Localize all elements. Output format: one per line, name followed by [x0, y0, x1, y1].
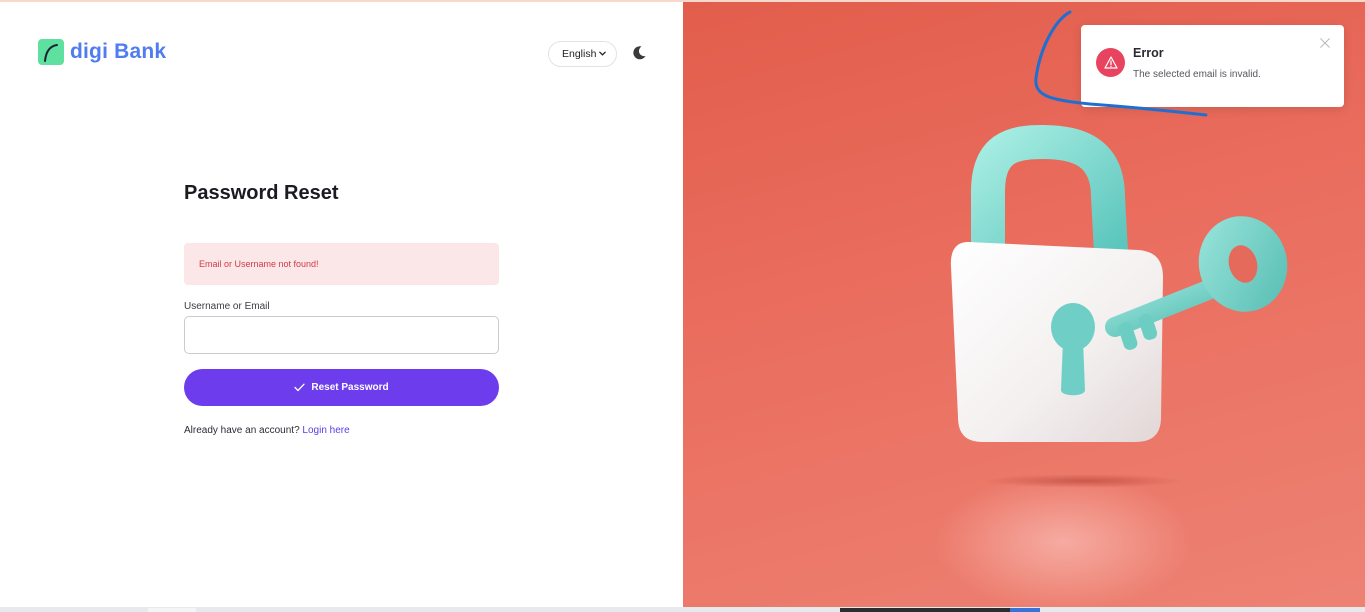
toast-message: The selected email is invalid.	[1133, 69, 1261, 80]
logo-text: digi Bank	[70, 40, 167, 63]
check-icon	[294, 383, 306, 392]
reset-password-button[interactable]: Reset Password	[184, 369, 499, 406]
warning-icon	[1096, 48, 1125, 77]
username-email-input[interactable]	[184, 316, 499, 354]
page-title: Password Reset	[184, 182, 339, 204]
error-alert-text: Email or Username not found!	[199, 259, 319, 269]
language-label: English	[562, 48, 597, 60]
login-prompt: Already have an account? Login here	[184, 425, 350, 436]
chevron-down-icon	[599, 51, 606, 56]
username-email-label: Username or Email	[184, 301, 270, 312]
left-pane	[0, 2, 683, 608]
logo[interactable]: digi Bank	[38, 39, 166, 65]
moon-icon[interactable]	[631, 45, 647, 61]
reset-password-label: Reset Password	[311, 382, 389, 393]
error-toast: Error The selected email is invalid.	[1081, 25, 1344, 107]
toast-title: Error	[1133, 46, 1164, 60]
bottom-taskbar-strip	[0, 607, 1365, 612]
language-select[interactable]: English	[548, 41, 617, 67]
login-link[interactable]: Login here	[302, 425, 349, 436]
login-prompt-text: Already have an account?	[184, 425, 300, 436]
logo-mark-icon	[38, 39, 64, 65]
close-icon[interactable]	[1319, 37, 1331, 49]
error-alert: Email or Username not found!	[184, 243, 499, 285]
